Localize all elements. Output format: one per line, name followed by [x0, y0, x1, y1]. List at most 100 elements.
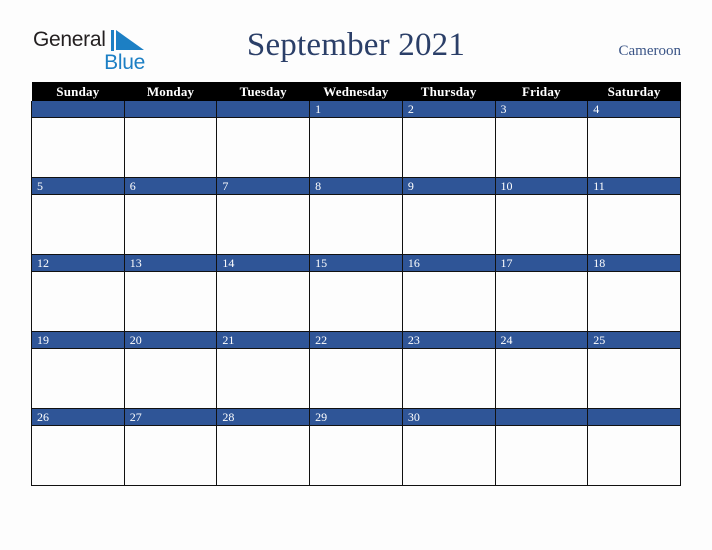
day-notes-area[interactable] — [403, 426, 495, 484]
day-cell[interactable]: 14 — [216, 254, 311, 332]
day-cell[interactable]: 11 — [587, 177, 681, 255]
day-notes-area[interactable] — [588, 118, 680, 176]
day-number: 19 — [32, 332, 124, 349]
day-notes-area[interactable] — [310, 426, 402, 484]
day-cell[interactable] — [494, 408, 589, 486]
day-cell[interactable] — [587, 408, 681, 486]
day-number: 5 — [32, 178, 124, 195]
day-cell[interactable]: 5 — [31, 177, 125, 255]
calendar-header-row-group: Sunday Monday Tuesday Wednesday Thursday… — [31, 82, 681, 101]
day-number: 28 — [217, 409, 310, 426]
day-notes-area[interactable] — [588, 195, 680, 253]
day-notes-area[interactable] — [310, 272, 402, 330]
day-notes-area[interactable] — [32, 118, 124, 176]
weekday-header-friday: Friday — [495, 82, 588, 101]
day-notes-area[interactable] — [496, 195, 588, 253]
day-cell[interactable]: 29 — [309, 408, 403, 486]
day-cell[interactable]: 17 — [494, 254, 589, 332]
day-number: 18 — [588, 255, 680, 272]
day-cell[interactable]: 1 — [309, 101, 403, 178]
day-notes-area[interactable] — [403, 272, 495, 330]
day-cell[interactable]: 16 — [401, 254, 496, 332]
day-number: 13 — [124, 255, 217, 272]
day-cell[interactable]: 12 — [31, 254, 125, 332]
day-number: 30 — [402, 409, 495, 426]
day-cell[interactable] — [216, 101, 311, 178]
calendar-week-row: 5 6 7 8 9 10 11 — [31, 177, 681, 255]
day-notes-area[interactable] — [496, 118, 588, 176]
day-number: 6 — [124, 178, 217, 195]
day-notes-area[interactable] — [217, 195, 309, 253]
day-cell[interactable]: 13 — [123, 254, 218, 332]
day-number: 8 — [310, 178, 402, 195]
day-number: 3 — [495, 101, 588, 118]
day-notes-area[interactable] — [403, 195, 495, 253]
day-cell[interactable]: 3 — [494, 101, 589, 178]
page-header: General Blue September 2021 Cameroon — [0, 22, 712, 78]
day-cell[interactable]: 27 — [123, 408, 218, 486]
day-number: 14 — [217, 255, 310, 272]
day-cell[interactable]: 30 — [401, 408, 496, 486]
day-number: 2 — [402, 101, 495, 118]
day-cell[interactable]: 20 — [123, 331, 218, 409]
day-cell[interactable]: 7 — [216, 177, 311, 255]
day-notes-area[interactable] — [217, 349, 309, 407]
day-cell[interactable]: 21 — [216, 331, 311, 409]
day-cell[interactable]: 9 — [401, 177, 496, 255]
day-notes-area[interactable] — [217, 272, 309, 330]
weekday-header-tuesday: Tuesday — [216, 82, 310, 101]
day-notes-area[interactable] — [32, 195, 124, 253]
day-notes-area[interactable] — [125, 426, 217, 484]
day-cell[interactable]: 6 — [123, 177, 218, 255]
day-notes-area[interactable] — [403, 118, 495, 176]
day-notes-area[interactable] — [588, 272, 680, 330]
day-cell[interactable] — [123, 101, 218, 178]
day-number: 7 — [217, 178, 310, 195]
day-number: 12 — [32, 255, 124, 272]
day-notes-area[interactable] — [496, 349, 588, 407]
day-notes-area[interactable] — [32, 426, 124, 484]
day-notes-area[interactable] — [125, 349, 217, 407]
day-cell[interactable]: 24 — [494, 331, 589, 409]
day-cell[interactable]: 4 — [587, 101, 681, 178]
day-cell[interactable]: 2 — [401, 101, 496, 178]
day-notes-area[interactable] — [125, 118, 217, 176]
day-notes-area[interactable] — [588, 426, 680, 484]
day-cell[interactable]: 22 — [309, 331, 403, 409]
day-cell[interactable]: 19 — [31, 331, 125, 409]
calendar-page: General Blue September 2021 Cameroon Sun… — [0, 0, 712, 550]
day-cell[interactable]: 18 — [587, 254, 681, 332]
day-notes-area[interactable] — [310, 349, 402, 407]
day-cell[interactable]: 8 — [309, 177, 403, 255]
day-notes-area[interactable] — [125, 272, 217, 330]
day-notes-area[interactable] — [217, 118, 309, 176]
day-notes-area[interactable] — [496, 426, 588, 484]
calendar-week-row: 19 20 21 22 23 24 25 — [31, 331, 681, 409]
day-notes-area[interactable] — [125, 195, 217, 253]
day-notes-area[interactable] — [403, 349, 495, 407]
weekday-header-monday: Monday — [124, 82, 217, 101]
page-title: September 2021 — [246, 27, 466, 63]
day-notes-area[interactable] — [32, 272, 124, 330]
day-number — [32, 101, 124, 118]
day-notes-area[interactable] — [217, 426, 309, 484]
day-cell[interactable]: 28 — [216, 408, 311, 486]
day-notes-area[interactable] — [310, 195, 402, 253]
day-cell[interactable]: 23 — [401, 331, 496, 409]
day-notes-area[interactable] — [32, 349, 124, 407]
day-number: 23 — [402, 332, 495, 349]
day-cell[interactable]: 15 — [309, 254, 403, 332]
day-number: 11 — [588, 178, 680, 195]
day-cell[interactable]: 10 — [494, 177, 589, 255]
day-notes-area[interactable] — [310, 118, 402, 176]
day-cell[interactable]: 25 — [587, 331, 681, 409]
weekday-header-thursday: Thursday — [402, 82, 496, 101]
day-number — [588, 409, 680, 426]
day-notes-area[interactable] — [588, 349, 680, 407]
calendar-grid: Sunday Monday Tuesday Wednesday Thursday… — [31, 82, 681, 486]
day-number: 21 — [217, 332, 310, 349]
day-cell[interactable]: 26 — [31, 408, 125, 486]
day-notes-area[interactable] — [496, 272, 588, 330]
day-cell[interactable] — [31, 101, 125, 178]
day-number: 9 — [402, 178, 495, 195]
